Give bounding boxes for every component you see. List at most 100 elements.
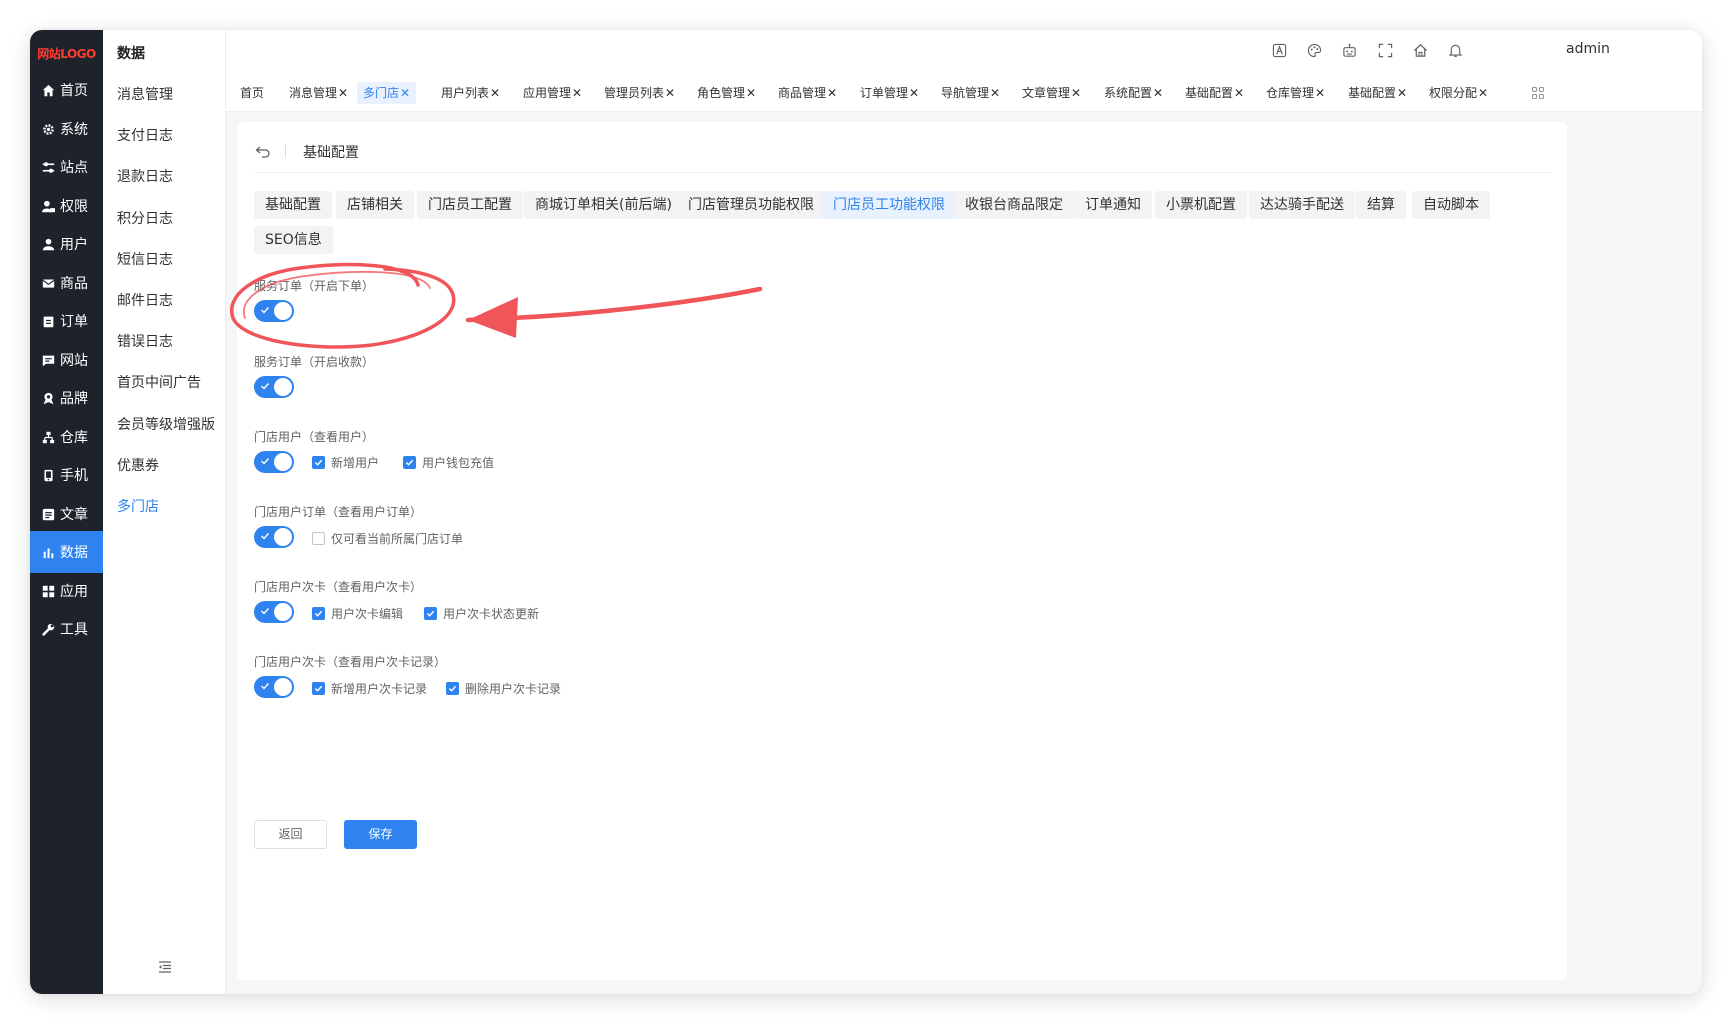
tab-app-manage[interactable]: 应用管理✕ (517, 82, 588, 104)
close-icon[interactable]: ✕ (1234, 86, 1244, 100)
tab-role-manage[interactable]: 角色管理✕ (691, 82, 762, 104)
tab-base-config[interactable]: 基础配置✕ (1179, 82, 1250, 104)
config-tab-mall-order[interactable]: 商城订单相关(前后端) (524, 191, 683, 219)
tabs-more-icon[interactable] (1531, 85, 1545, 99)
close-icon[interactable]: ✕ (827, 86, 837, 100)
option-checkbox[interactable]: 仅可看当前所属门店订单 (312, 530, 463, 547)
option-checkbox[interactable]: 新增用户 (312, 454, 379, 471)
sub-item-sms-log[interactable]: 短信日志 (117, 249, 173, 269)
tab-admin-list[interactable]: 管理员列表✕ (598, 82, 681, 104)
close-icon[interactable]: ✕ (665, 86, 675, 100)
translate-icon[interactable] (1272, 43, 1287, 58)
tab-article-manage[interactable]: 文章管理✕ (1016, 82, 1087, 104)
back-arrow-icon[interactable] (254, 142, 272, 160)
permission-toggle[interactable] (254, 451, 294, 473)
sub-sidebar: 数据 消息管理 支付日志 退款日志 积分日志 短信日志 邮件日志 错误日志 首页… (103, 30, 226, 994)
palette-icon[interactable] (1307, 43, 1322, 58)
option-checkbox[interactable]: 用户次卡状态更新 (424, 605, 539, 622)
close-icon[interactable]: ✕ (1153, 86, 1163, 100)
fullscreen-icon[interactable] (1378, 43, 1393, 58)
config-tab-shop[interactable]: 店铺相关 (336, 191, 414, 219)
close-icon[interactable]: ✕ (572, 86, 582, 100)
close-icon[interactable]: ✕ (1397, 86, 1407, 100)
nav-item-warehouse[interactable]: 仓库 (30, 416, 103, 458)
tab-goods-manage[interactable]: 商品管理✕ (772, 82, 843, 104)
collapse-menu-icon[interactable] (157, 959, 173, 975)
config-tab-dada[interactable]: 达达骑手配送 (1249, 191, 1355, 219)
config-tab-script[interactable]: 自动脚本 (1412, 191, 1490, 219)
tab-warehouse-manage[interactable]: 仓库管理✕ (1260, 82, 1331, 104)
nav-item-user[interactable]: 用户 (30, 223, 103, 265)
option-checkbox[interactable]: 删除用户次卡记录 (446, 680, 561, 697)
phone-icon (40, 467, 56, 483)
close-icon[interactable]: ✕ (1071, 86, 1081, 100)
option-checkbox[interactable]: 新增用户次卡记录 (312, 680, 427, 697)
tab-base-config-2[interactable]: 基础配置✕ (1342, 82, 1413, 104)
nav-item-order[interactable]: 订单 (30, 300, 103, 342)
sub-item-points-log[interactable]: 积分日志 (117, 208, 173, 228)
permission-toggle[interactable] (254, 376, 294, 398)
grid-icon (40, 583, 56, 599)
tab-permission-assign[interactable]: 权限分配✕ (1423, 82, 1494, 104)
tab-multi-store[interactable]: 多门店✕ (357, 82, 417, 104)
nav-item-mobile[interactable]: 手机 (30, 454, 103, 496)
option-checkbox[interactable]: 用户次卡编辑 (312, 605, 403, 622)
config-tab-staff-permission[interactable]: 门店员工功能权限 (822, 191, 956, 219)
permission-toggle[interactable] (254, 300, 294, 322)
nav-item-permission[interactable]: 权限 (30, 185, 103, 227)
nav-item-data[interactable]: 数据 (30, 531, 103, 573)
tab-system-config[interactable]: 系统配置✕ (1098, 82, 1169, 104)
nav-item-site[interactable]: 站点 (30, 146, 103, 188)
nav-item-goods[interactable]: 商品 (30, 262, 103, 304)
config-tab-manager-permission[interactable]: 门店管理员功能权限 (677, 191, 825, 219)
permission-toggle[interactable] (254, 601, 294, 623)
sub-item-error-log[interactable]: 错误日志 (117, 331, 173, 351)
permission-toggle[interactable] (254, 676, 294, 698)
sub-item-pay-log[interactable]: 支付日志 (117, 125, 173, 145)
tab-user-list[interactable]: 用户列表✕ (435, 82, 506, 104)
close-icon[interactable]: ✕ (990, 86, 1000, 100)
option-checkbox[interactable]: 用户钱包充值 (403, 454, 494, 471)
sub-item-coupon[interactable]: 优惠券 (117, 455, 159, 475)
nav-item-apps[interactable]: 应用 (30, 570, 103, 612)
tab-message[interactable]: 消息管理✕ (283, 82, 354, 104)
sub-item-member-level[interactable]: 会员等级增强版 (117, 414, 215, 434)
nav-item-website[interactable]: 网站 (30, 339, 103, 381)
close-icon[interactable]: ✕ (1315, 86, 1325, 100)
sub-item-home-ad[interactable]: 首页中间广告 (117, 372, 201, 392)
bar-chart-icon (40, 544, 56, 560)
nav-item-tools[interactable]: 工具 (30, 608, 103, 650)
config-tab-printer[interactable]: 小票机配置 (1155, 191, 1247, 219)
close-icon[interactable]: ✕ (490, 86, 500, 100)
config-tab-staff[interactable]: 门店员工配置 (417, 191, 523, 219)
tab-home[interactable]: 首页 (234, 82, 270, 104)
robot-icon[interactable] (1342, 43, 1357, 58)
close-icon[interactable]: ✕ (746, 86, 756, 100)
tab-order-manage[interactable]: 订单管理✕ (854, 82, 925, 104)
sub-item-email-log[interactable]: 邮件日志 (117, 290, 173, 310)
close-icon[interactable]: ✕ (338, 86, 348, 100)
close-icon[interactable]: ✕ (1478, 86, 1488, 100)
permission-toggle[interactable] (254, 526, 294, 548)
nav-item-home[interactable]: 首页 (30, 69, 103, 111)
home-icon[interactable] (1413, 43, 1428, 58)
sub-item-multi-store[interactable]: 多门店 (117, 496, 159, 516)
nav-item-label: 应用 (60, 584, 88, 600)
config-tab-settlement[interactable]: 结算 (1356, 191, 1406, 219)
config-tab-base[interactable]: 基础配置 (254, 191, 332, 219)
sub-item-refund-log[interactable]: 退款日志 (117, 166, 173, 186)
user-menu[interactable]: admin (1566, 41, 1610, 57)
nav-item-system[interactable]: 系统 (30, 108, 103, 150)
back-button[interactable]: 返回 (254, 820, 327, 849)
close-icon[interactable]: ✕ (909, 86, 919, 100)
bell-icon[interactable] (1448, 43, 1463, 58)
nav-item-brand[interactable]: 品牌 (30, 377, 103, 419)
close-icon[interactable]: ✕ (400, 86, 410, 100)
config-tab-order-notice[interactable]: 订单通知 (1074, 191, 1152, 219)
save-button[interactable]: 保存 (344, 820, 417, 849)
tab-nav-manage[interactable]: 导航管理✕ (935, 82, 1006, 104)
sub-item-message[interactable]: 消息管理 (117, 84, 173, 104)
config-tab-seo[interactable]: SEO信息 (254, 226, 333, 254)
nav-item-article[interactable]: 文章 (30, 493, 103, 535)
config-tab-cashier[interactable]: 收银台商品限定 (954, 191, 1074, 219)
